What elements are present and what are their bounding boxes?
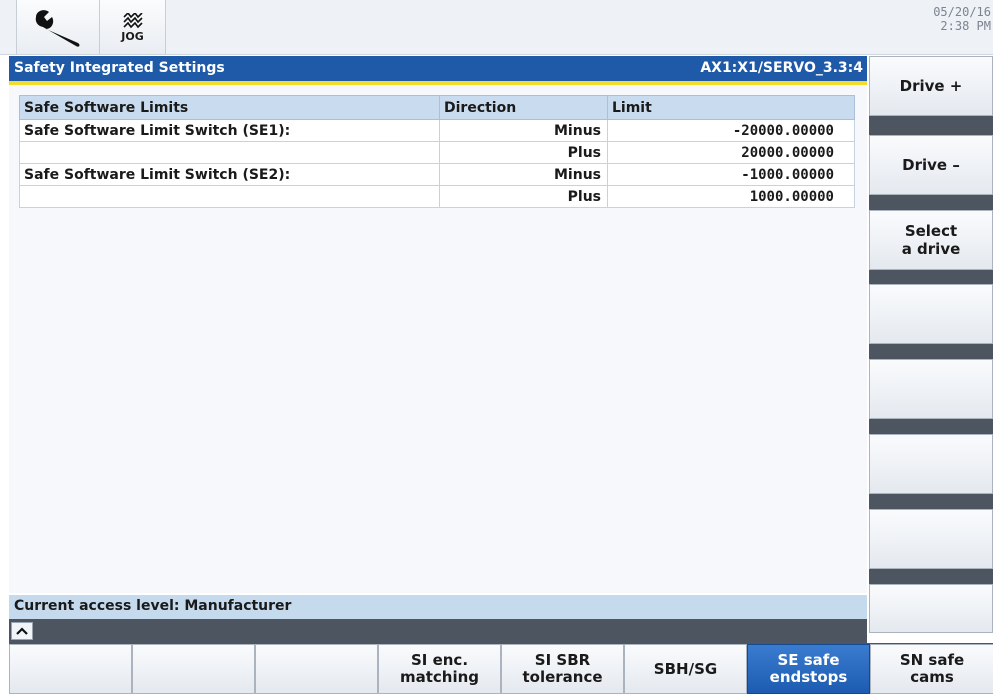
main-content: Safe Software Limits Direction Limit Saf… xyxy=(9,85,867,593)
chevron-up-icon xyxy=(16,627,28,635)
vertical-softkey-5[interactable] xyxy=(869,359,993,419)
time-text: 2:38 PM xyxy=(940,19,991,33)
table-row[interactable]: Safe Software Limit Switch (SE1): Minus -2… xyxy=(19,119,855,142)
vertical-softkey-2[interactable]: Drive – xyxy=(869,135,993,195)
horizontal-softkey-1[interactable] xyxy=(9,644,132,694)
vertical-softkey-7[interactable] xyxy=(869,509,993,569)
softkey-label: SE safe endstops xyxy=(769,651,848,686)
limit-switch-name xyxy=(19,185,440,208)
limit-value-cell[interactable]: -1000.00000 xyxy=(607,163,855,186)
horizontal-softkey-2[interactable] xyxy=(132,644,255,694)
vertical-softkey-3[interactable]: Select a drive xyxy=(869,210,993,270)
limit-value-cell[interactable]: 20000.00000 xyxy=(607,141,855,164)
horizontal-softkey-5[interactable]: SI SBR tolerance xyxy=(501,644,624,694)
vertical-softkey-1[interactable]: Drive + xyxy=(869,56,993,116)
horizontal-softkey-3[interactable] xyxy=(255,644,378,694)
limit-switch-name xyxy=(19,141,440,164)
horizontal-softkey-8[interactable]: SN safe cams xyxy=(870,644,993,694)
direction-cell: Minus xyxy=(439,119,608,142)
direction-cell: Minus xyxy=(439,163,608,186)
table-row[interactable]: Plus 20000.00000 xyxy=(19,141,855,164)
vertical-softkey-4[interactable] xyxy=(869,284,993,344)
table-header-row: Safe Software Limits Direction Limit xyxy=(19,95,855,120)
limit-value-cell[interactable]: 1000.00000 xyxy=(607,185,855,208)
wrench-icon xyxy=(35,10,80,47)
col-header-direction: Direction xyxy=(439,95,608,120)
safe-limits-table: Safe Software Limits Direction Limit Saf… xyxy=(19,95,855,208)
vertical-softkey-6[interactable] xyxy=(869,434,993,494)
jog-mode-button[interactable]: JOG xyxy=(100,0,166,54)
horizontal-softkey-4[interactable]: SI enc. matching xyxy=(378,644,501,694)
limit-switch-name: Safe Software Limit Switch (SE1): xyxy=(19,119,440,142)
machine-area-button[interactable] xyxy=(16,0,100,54)
softkey-label: Select a drive xyxy=(901,222,961,258)
date-text: 05/20/16 xyxy=(933,5,991,19)
access-level-bar: Current access level: Manufacturer xyxy=(9,595,867,619)
softkey-label: Drive – xyxy=(902,156,960,174)
horizontal-softkey-7[interactable]: SE safe endstops xyxy=(747,644,870,694)
axis-identifier: AX1:X1/SERVO_3.3:4 xyxy=(700,60,863,76)
col-header-name: Safe Software Limits xyxy=(19,95,440,120)
softkey-label: SI SBR tolerance xyxy=(522,651,603,686)
softkey-label: Drive + xyxy=(899,77,963,95)
screen-title: Safety Integrated Settings xyxy=(14,60,225,76)
limit-value-cell[interactable]: -20000.00000 xyxy=(607,119,855,142)
col-header-limit: Limit xyxy=(607,95,855,120)
top-header: JOG 05/20/16 2:38 PM xyxy=(0,0,993,55)
table-row[interactable]: Plus 1000.00000 xyxy=(19,185,855,208)
direction-cell: Plus xyxy=(439,185,608,208)
lower-status-bar xyxy=(9,619,867,643)
direction-cell: Plus xyxy=(439,141,608,164)
softkey-label: SI enc. matching xyxy=(399,651,480,686)
softkey-label: SN safe cams xyxy=(899,651,965,686)
table-body: Safe Software Limit Switch (SE1): Minus -2… xyxy=(19,119,855,208)
expand-caret-button[interactable] xyxy=(11,622,33,640)
jog-label: JOG xyxy=(121,29,144,43)
horizontal-softkey-6[interactable]: SBH/SG xyxy=(624,644,747,694)
vertical-softkey-8[interactable] xyxy=(869,584,993,633)
screen-title-bar: Safety Integrated Settings AX1:X1/SERVO_… xyxy=(9,56,867,81)
limit-switch-name: Safe Software Limit Switch (SE2): xyxy=(19,163,440,186)
date-time: 05/20/16 2:38 PM xyxy=(933,5,991,33)
table-row[interactable]: Safe Software Limit Switch (SE2): Minus -1… xyxy=(19,163,855,186)
softkey-label: SBH/SG xyxy=(653,659,718,678)
